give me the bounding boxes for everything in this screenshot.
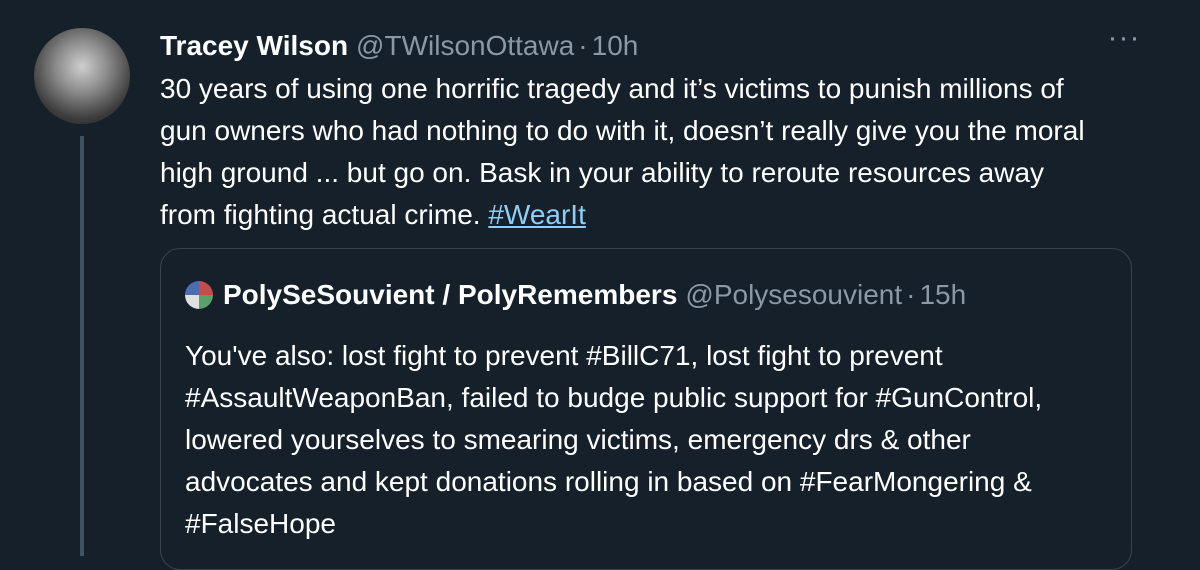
thread-line [80,136,84,556]
tweet-text-line: 30 years of using one horrific tragedy a… [160,73,1064,104]
more-horizontal-icon[interactable]: ··· [1104,23,1144,58]
tweet-text-fragment: from fighting actual crime. [160,199,489,230]
author-name[interactable]: Tracey Wilson [160,30,348,62]
author-avatar[interactable] [34,28,130,124]
tweet-time[interactable]: 10h [592,30,639,62]
quoted-text-line: #AssaultWeaponBan, failed to budge publi… [185,382,1043,413]
tweet-text-line: gun owners who had nothing to do with it… [160,115,1085,146]
quoted-tweet[interactable]: PolySeSouvient / PolyRemembers @Polyseso… [160,248,1132,570]
tweet-text-line: high ground ... but go on. Bask in your … [160,157,1045,188]
tweet-header: Tracey Wilson @TWilsonOttawa · 10h [160,26,638,66]
quoted-tweet-time: 15h [919,279,967,310]
hashtag-link[interactable]: #WearIt [488,199,586,230]
quoted-text-line: advocates and kept donations rolling in … [185,466,1032,497]
tweet[interactable]: Tracey Wilson @TWilsonOttawa · 10h ··· 3… [0,0,1200,570]
quoted-tweet-text: You've also: lost fight to prevent #Bill… [185,335,1115,545]
quoted-text-line: You've also: lost fight to prevent #Bill… [185,340,943,371]
author-handle[interactable]: @TWilsonOttawa [356,30,574,62]
quoted-text-line: lowered yourselves to smearing victims, … [185,424,971,455]
separator-dot: · [906,279,916,310]
quoted-text-line: #FalseHope [185,508,336,539]
quoted-author-name: PolySeSouvient / PolyRemembers [223,279,678,310]
tweet-text-last-line: from fighting actual crime. #WearIt [160,194,1160,236]
tweet-text: 30 years of using one horrific tragedy a… [160,68,1160,236]
quoted-tweet-header: PolySeSouvient / PolyRemembers @Polyseso… [185,277,966,313]
quoted-author-avatar [185,281,213,309]
separator-dot: · [578,30,588,61]
quoted-author-handle: @Polysesouvient [685,279,903,310]
